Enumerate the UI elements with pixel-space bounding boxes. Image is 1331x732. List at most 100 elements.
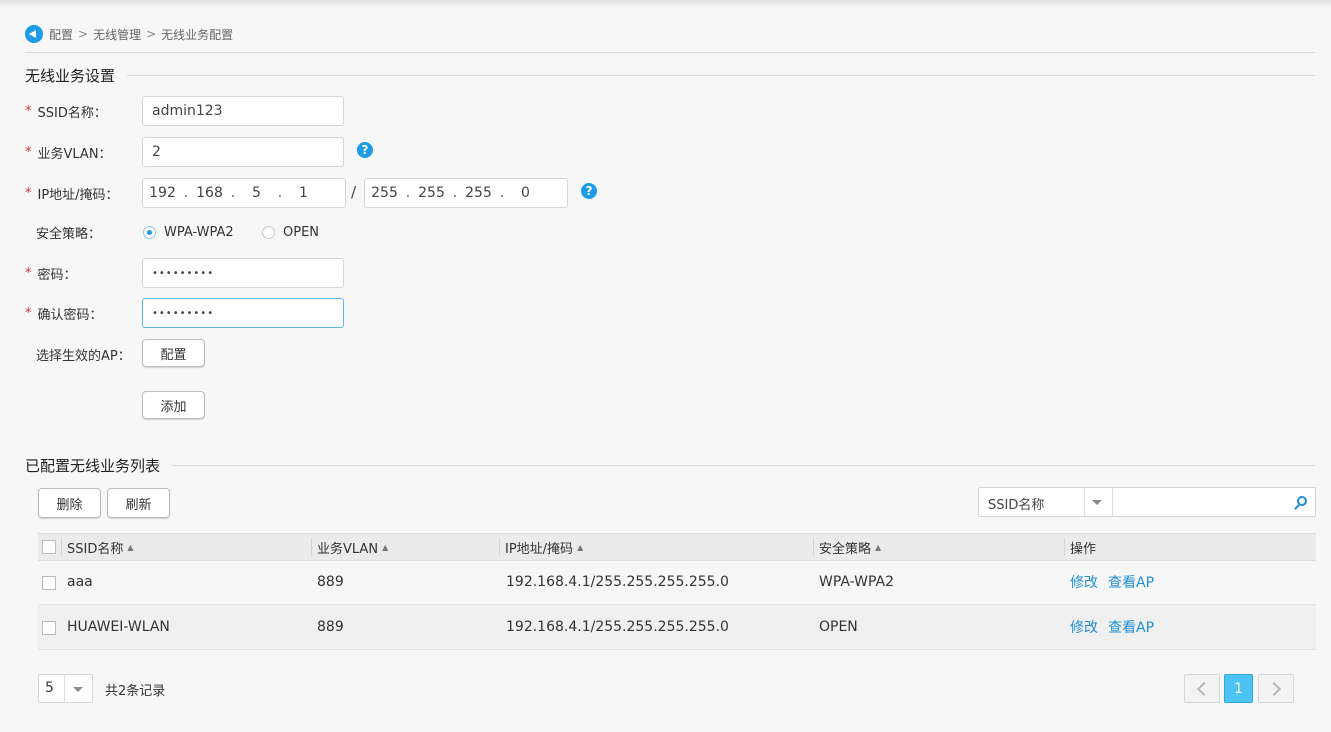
edit-link[interactable]: 修改 <box>1070 572 1098 592</box>
password-label: * 密码： <box>25 258 77 288</box>
search-divider <box>1084 488 1085 516</box>
page-1-button[interactable]: 1 <box>1224 674 1253 703</box>
chevron-down-icon[interactable] <box>1092 500 1102 505</box>
top-shadow <box>0 0 1331 8</box>
cell-ssid: aaa <box>67 574 93 590</box>
mask-dot: . <box>452 185 458 201</box>
page-size-divider <box>64 675 65 702</box>
required-mark: * <box>25 305 32 321</box>
prev-page-button[interactable] <box>1184 674 1220 703</box>
sort-up-icon: ▲ <box>577 542 584 552</box>
page-size-value: 5 <box>45 680 54 696</box>
total-records: 共2条记录 <box>105 684 166 699</box>
required-mark: * <box>25 103 32 119</box>
edit-link[interactable]: 修改 <box>1070 617 1098 637</box>
cell-ssid: HUAWEI-WLAN <box>67 619 170 635</box>
radio-wpa-wpa2-label: WPA-WPA2 <box>164 224 234 240</box>
column-separator <box>499 538 500 556</box>
ap-label: 选择生效的AP： <box>36 348 131 364</box>
breadcrumb: 配置 > 无线管理 > 无线业务配置 <box>25 24 233 44</box>
search-divider <box>1112 488 1113 516</box>
ip-mask-slash: / <box>351 183 357 201</box>
breadcrumb-divider <box>25 52 1315 53</box>
column-separator <box>311 538 312 556</box>
vlan-label: * 业务VLAN： <box>25 137 112 167</box>
column-header-ssid-label: SSID名称 <box>67 541 124 557</box>
column-header-actions: 操作 <box>1070 541 1097 557</box>
view-ap-link[interactable]: 查看AP <box>1108 617 1154 637</box>
section-title-wireless-settings: 无线业务设置 <box>25 65 128 86</box>
column-header-security[interactable]: 安全策略 ▲ <box>819 534 881 560</box>
ip-help-icon[interactable]: ? <box>581 183 597 199</box>
radio-unchecked-icon[interactable] <box>262 225 275 239</box>
column-separator <box>1064 538 1065 556</box>
row-checkbox[interactable] <box>42 621 56 635</box>
ip-dot: . <box>230 185 236 201</box>
required-mark: * <box>25 185 32 201</box>
vlan-input[interactable]: 2 <box>142 137 344 167</box>
breadcrumb-item-wireless-management[interactable]: 无线管理 <box>93 26 141 43</box>
column-header-ssid[interactable]: SSID名称 ▲ <box>67 534 134 560</box>
ip-octet-3[interactable]: 5 <box>237 185 276 201</box>
next-page-button[interactable] <box>1258 674 1294 703</box>
section-divider <box>25 75 1315 76</box>
delete-button[interactable]: 删除 <box>38 488 101 518</box>
column-header-ip-label: IP地址/掩码 <box>505 541 574 557</box>
ssid-input[interactable]: admin123 <box>142 96 344 126</box>
chevron-right-icon <box>1266 681 1282 696</box>
ip-octet-2[interactable]: 168 <box>190 185 229 201</box>
mask-octet-4[interactable]: 0 <box>506 185 545 201</box>
search-input[interactable] <box>1116 492 1286 512</box>
table-header <box>38 533 1316 561</box>
cell-security: WPA-WPA2 <box>819 574 895 590</box>
column-separator <box>61 538 62 556</box>
confirm-password-input[interactable]: ••••••••• <box>142 298 344 328</box>
breadcrumb-separator: > <box>78 27 89 41</box>
sort-up-icon: ▲ <box>127 542 134 552</box>
cell-vlan: 889 <box>317 619 344 635</box>
mask-octet-3[interactable]: 255 <box>459 185 498 201</box>
ip-octet-4[interactable]: 1 <box>284 185 323 201</box>
back-arrow-icon[interactable] <box>25 25 43 43</box>
section-title-configured-list: 已配置无线业务列表 <box>25 455 173 476</box>
confirm-password-label-text: 确认密码： <box>37 307 103 323</box>
radio-wpa-wpa2[interactable]: WPA-WPA2 <box>143 217 234 247</box>
column-header-security-label: 安全策略 <box>819 541 872 557</box>
mask-octet-1[interactable]: 255 <box>365 185 404 201</box>
row-checkbox[interactable] <box>42 576 56 590</box>
cell-ip: 192.168.4.1/255.255.255.255.0 <box>506 574 729 590</box>
breadcrumb-separator: > <box>146 27 157 41</box>
select-all-checkbox[interactable] <box>42 540 56 554</box>
vlan-help-icon[interactable]: ? <box>357 142 373 158</box>
chevron-down-icon[interactable] <box>73 687 83 692</box>
cell-vlan: 889 <box>317 574 344 590</box>
section-divider <box>25 465 1315 466</box>
breadcrumb-item-wireless-service-config: 无线业务配置 <box>161 27 234 42</box>
mask-input[interactable]: 255 . 255 . 255 . 0 <box>364 178 568 208</box>
required-mark: * <box>25 144 32 160</box>
confirm-password-label: * 确认密码： <box>25 298 103 328</box>
ip-octet-1[interactable]: 192 <box>143 185 182 201</box>
refresh-button[interactable]: 刷新 <box>107 488 170 518</box>
radio-open[interactable]: OPEN <box>262 217 319 247</box>
password-input[interactable]: ••••••••• <box>142 258 344 288</box>
add-button[interactable]: 添加 <box>142 391 205 419</box>
ssid-label-text: SSID名称： <box>37 105 107 121</box>
search-field-select[interactable]: SSID名称 <box>988 494 1044 513</box>
required-mark: * <box>25 265 32 281</box>
ip-label-text: IP地址/掩码： <box>37 187 119 203</box>
security-label: 安全策略： <box>36 226 102 242</box>
column-header-ip[interactable]: IP地址/掩码 ▲ <box>505 534 583 560</box>
ip-address-input[interactable]: 192 . 168 . 5 . 1 <box>142 178 346 208</box>
breadcrumb-item-config[interactable]: 配置 <box>49 26 73 43</box>
ip-dot: . <box>183 185 189 201</box>
view-ap-link[interactable]: 查看AP <box>1108 572 1154 592</box>
mask-octet-2[interactable]: 255 <box>412 185 451 201</box>
configure-ap-button[interactable]: 配置 <box>142 339 205 367</box>
ip-dot: . <box>277 185 283 201</box>
cell-security: OPEN <box>819 619 858 635</box>
search-icon[interactable] <box>1297 496 1307 506</box>
radio-checked-icon[interactable] <box>143 225 156 239</box>
vlan-label-text: 业务VLAN： <box>37 146 112 162</box>
column-header-vlan[interactable]: 业务VLAN ▲ <box>317 534 388 560</box>
